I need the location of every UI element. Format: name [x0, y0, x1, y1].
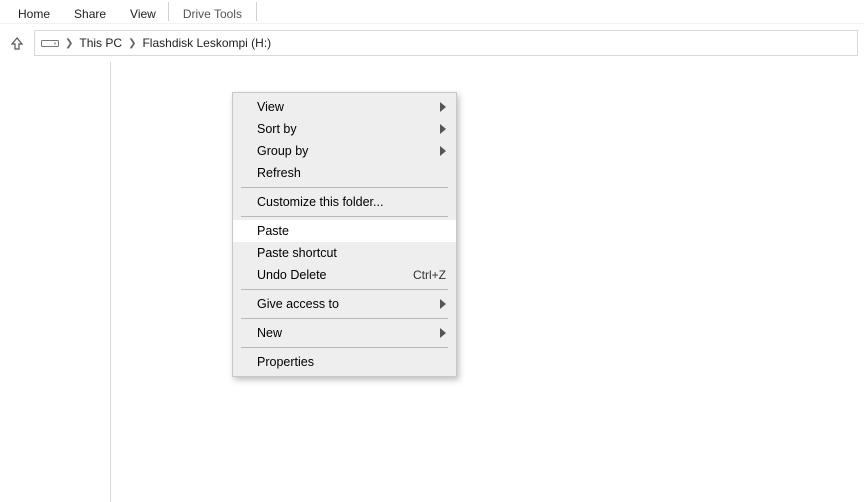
address-bar[interactable]: ❯ This PC ❯ Flashdisk Leskompi (H:): [34, 30, 858, 56]
nav-pane-divider: [110, 62, 111, 502]
menu-separator: [241, 347, 448, 348]
chevron-right-icon: ❯: [65, 38, 73, 49]
breadcrumb-item-this-pc[interactable]: This PC: [79, 36, 122, 50]
menu-item-view[interactable]: View: [233, 96, 456, 118]
menu-item-label: Group by: [257, 144, 446, 158]
address-row: ❯ This PC ❯ Flashdisk Leskompi (H:): [0, 24, 864, 62]
menu-item-label: Undo Delete: [257, 268, 413, 282]
tab-home[interactable]: Home: [6, 0, 62, 23]
up-one-level-button[interactable]: [6, 32, 28, 54]
menu-item-label: Give access to: [257, 297, 446, 311]
menu-item-new[interactable]: New: [233, 322, 456, 344]
menu-separator: [241, 187, 448, 188]
menu-separator: [241, 216, 448, 217]
context-menu: View Sort by Group by Refresh Customize …: [232, 92, 457, 377]
drive-icon: [41, 37, 59, 49]
ribbon-tabs: Home Share View Drive Tools: [0, 0, 864, 24]
chevron-right-icon: ❯: [128, 38, 136, 49]
breadcrumb-item-drive[interactable]: Flashdisk Leskompi (H:): [142, 36, 271, 50]
tab-view[interactable]: View: [118, 0, 168, 23]
breadcrumb-label: Flashdisk Leskompi (H:): [142, 36, 271, 50]
tab-separator: [256, 2, 257, 21]
menu-item-paste[interactable]: Paste: [233, 220, 456, 242]
menu-item-label: Properties: [257, 355, 446, 369]
menu-item-give-access-to[interactable]: Give access to: [233, 293, 456, 315]
menu-item-label: View: [257, 100, 446, 114]
breadcrumb-label: This PC: [79, 36, 122, 50]
menu-item-customize-folder[interactable]: Customize this folder...: [233, 191, 456, 213]
menu-separator: [241, 289, 448, 290]
menu-item-shortcut: Ctrl+Z: [413, 268, 446, 282]
menu-item-label: Paste: [257, 224, 446, 238]
menu-item-label: Customize this folder...: [257, 195, 446, 209]
menu-item-label: Sort by: [257, 122, 446, 136]
menu-item-paste-shortcut[interactable]: Paste shortcut: [233, 242, 456, 264]
menu-item-label: New: [257, 326, 446, 340]
menu-item-refresh[interactable]: Refresh: [233, 162, 456, 184]
menu-separator: [241, 318, 448, 319]
menu-item-undo-delete[interactable]: Undo Delete Ctrl+Z: [233, 264, 456, 286]
menu-item-sort-by[interactable]: Sort by: [233, 118, 456, 140]
menu-item-properties[interactable]: Properties: [233, 351, 456, 373]
menu-item-group-by[interactable]: Group by: [233, 140, 456, 162]
menu-item-label: Paste shortcut: [257, 246, 446, 260]
tab-share[interactable]: Share: [62, 0, 118, 23]
menu-item-label: Refresh: [257, 166, 446, 180]
tab-drive-tools[interactable]: Drive Tools: [169, 0, 256, 23]
